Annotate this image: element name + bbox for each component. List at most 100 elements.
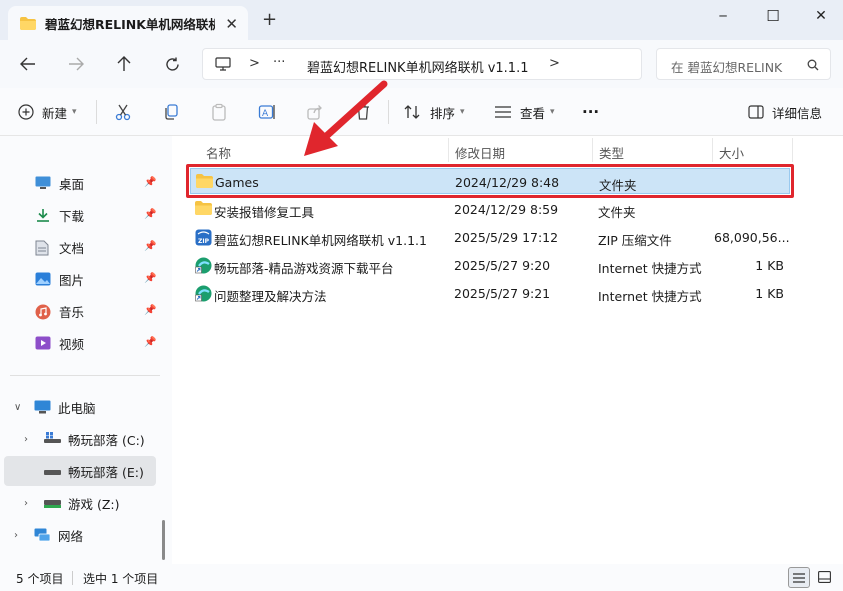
computer-icon bbox=[34, 400, 51, 414]
sidebar-scrollbar[interactable] bbox=[162, 520, 165, 560]
sidebar-item-label: 畅玩部落 (C:) bbox=[68, 432, 145, 448]
breadcrumb-current-folder[interactable]: 碧蓝幻想RELINK单机网络联机 v1.1.1 bbox=[307, 57, 528, 76]
file-name: 碧蓝幻想RELINK单机网络联机 v1.1.1 bbox=[214, 233, 427, 248]
sidebar-item-this-pc[interactable]: 此电脑 bbox=[4, 392, 156, 422]
video-icon bbox=[35, 336, 51, 350]
column-header-type[interactable]: 类型 bbox=[599, 143, 624, 162]
svg-text:A: A bbox=[262, 109, 269, 119]
table-row[interactable]: 畅玩部落-精品游戏资源下载平台 2025/5/27 9:20 Internet … bbox=[190, 252, 790, 278]
details-view-button[interactable] bbox=[788, 567, 810, 588]
new-tab-button[interactable]: + bbox=[262, 11, 277, 29]
pin-icon: 📌 bbox=[144, 273, 157, 284]
sidebar-item-downloads[interactable]: 下载 📌 bbox=[4, 200, 156, 230]
forward-button[interactable] bbox=[64, 54, 88, 74]
sidebar-item-label: 游戏 (Z:) bbox=[68, 496, 120, 512]
search-icon bbox=[807, 59, 819, 71]
table-row[interactable]: ZIP 碧蓝幻想RELINK单机网络联机 v1.1.1 2025/5/29 17… bbox=[190, 224, 790, 250]
pin-icon: 📌 bbox=[144, 305, 157, 316]
scissors-icon bbox=[115, 104, 131, 121]
up-button[interactable] bbox=[112, 54, 136, 74]
sidebar-item-documents[interactable]: 文档 📌 bbox=[4, 232, 156, 262]
view-lines-icon bbox=[495, 106, 511, 118]
search-input[interactable]: 在 碧蓝幻想RELINK bbox=[656, 48, 831, 80]
column-header-size[interactable]: 大小 bbox=[719, 143, 744, 162]
desktop-icon bbox=[35, 176, 51, 190]
sidebar-item-pictures[interactable]: 图片 📌 bbox=[4, 264, 156, 294]
file-type: Internet 快捷方式 bbox=[598, 289, 702, 304]
view-label: 查看 bbox=[520, 105, 546, 121]
close-button[interactable]: ✕ bbox=[806, 6, 836, 26]
table-row[interactable]: 安装报错修复工具 2024/12/29 8:59 文件夹 bbox=[190, 196, 790, 222]
file-size: 68,090,56... bbox=[714, 230, 790, 245]
column-divider[interactable] bbox=[712, 138, 713, 162]
cut-button[interactable] bbox=[114, 100, 132, 124]
pin-icon: 📌 bbox=[144, 177, 157, 188]
sidebar-item-music[interactable]: 音乐 📌 bbox=[4, 296, 156, 326]
sidebar-item-label: 畅玩部落 (E:) bbox=[68, 464, 144, 480]
internet-shortcut-icon bbox=[195, 257, 212, 274]
column-divider[interactable] bbox=[792, 138, 793, 162]
breadcrumb-end-chevron-icon[interactable]: > bbox=[549, 56, 560, 71]
file-type: ZIP 压缩文件 bbox=[598, 233, 672, 248]
address-bar[interactable]: > ··· 碧蓝幻想RELINK单机网络联机 v1.1.1 > bbox=[202, 48, 642, 80]
sidebar-item-drive-c[interactable]: 畅玩部落 (C:) bbox=[4, 424, 156, 454]
breadcrumb-chevron-icon[interactable]: > bbox=[249, 56, 260, 71]
copy-button[interactable] bbox=[162, 100, 180, 124]
document-icon bbox=[35, 240, 51, 256]
sort-button[interactable]: 排序 ▾ bbox=[404, 100, 465, 124]
table-row[interactable]: 问题整理及解决方法 2025/5/27 9:21 Internet 快捷方式 1… bbox=[190, 280, 790, 306]
copy-icon bbox=[165, 104, 178, 120]
sidebar-item-network[interactable]: 网络 bbox=[4, 520, 156, 550]
column-header-modified[interactable]: 修改日期 bbox=[455, 143, 505, 162]
plus-circle-icon bbox=[18, 104, 34, 120]
pin-icon: 📌 bbox=[144, 241, 157, 252]
maximize-button[interactable]: ☐ bbox=[758, 6, 788, 26]
tab-title: 碧蓝幻想RELINK单机网络联机 v1.1.1 bbox=[45, 16, 215, 32]
view-button[interactable]: 查看 ▾ bbox=[494, 100, 555, 124]
minimize-button[interactable]: ─ bbox=[708, 6, 738, 26]
details-pane-button[interactable]: 详细信息 bbox=[748, 100, 822, 124]
more-options-button[interactable]: ··· bbox=[582, 100, 599, 124]
rename-icon: A bbox=[258, 105, 275, 119]
sidebar-item-label: 文档 bbox=[59, 240, 85, 256]
chevron-down-icon: ▾ bbox=[550, 107, 555, 117]
tiles-view-button[interactable] bbox=[814, 567, 836, 588]
minimize-icon: ─ bbox=[719, 9, 727, 23]
selected-count: 选中 1 个项目 bbox=[83, 572, 159, 586]
new-button[interactable]: 新建 ▾ bbox=[18, 100, 77, 124]
paste-button[interactable] bbox=[210, 100, 228, 124]
sidebar-item-desktop[interactable]: 桌面 📌 bbox=[4, 168, 156, 198]
sidebar-item-label: 桌面 bbox=[59, 176, 85, 192]
status-divider bbox=[72, 571, 73, 585]
new-label: 新建 bbox=[42, 105, 68, 121]
rename-button[interactable]: A bbox=[258, 100, 276, 124]
breadcrumb-overflow-button[interactable]: ··· bbox=[273, 55, 285, 70]
computer-icon bbox=[215, 57, 231, 71]
back-button[interactable] bbox=[16, 54, 40, 74]
tab-close-button[interactable]: ✕ bbox=[225, 15, 238, 33]
sidebar-item-label: 视频 bbox=[59, 336, 85, 352]
network-drive-icon bbox=[44, 496, 61, 510]
details-label: 详细信息 bbox=[772, 105, 823, 121]
sidebar-item-label: 此电脑 bbox=[58, 400, 96, 416]
file-type: Internet 快捷方式 bbox=[598, 261, 702, 276]
pin-icon: 📌 bbox=[144, 337, 157, 348]
music-icon bbox=[35, 304, 51, 320]
picture-icon bbox=[35, 272, 51, 286]
drive-icon bbox=[44, 464, 61, 478]
file-name: 畅玩部落-精品游戏资源下载平台 bbox=[214, 261, 394, 276]
file-size: 1 KB bbox=[755, 286, 784, 301]
refresh-button[interactable] bbox=[160, 54, 184, 74]
column-divider[interactable] bbox=[592, 138, 593, 162]
sidebar-item-videos[interactable]: 视频 📌 bbox=[4, 328, 156, 358]
sidebar-item-drive-e[interactable]: 畅玩部落 (E:) bbox=[4, 456, 156, 486]
annotation-highlight-box bbox=[186, 164, 794, 198]
sidebar-item-drive-z[interactable]: 游戏 (Z:) bbox=[4, 488, 156, 518]
clipboard-icon bbox=[212, 103, 226, 121]
column-header-name[interactable]: 名称 bbox=[206, 143, 231, 162]
column-divider[interactable] bbox=[448, 138, 449, 162]
details-pane-icon bbox=[748, 105, 764, 119]
download-icon bbox=[35, 208, 51, 222]
tab-current[interactable]: 碧蓝幻想RELINK单机网络联机 v1.1.1 ✕ bbox=[8, 6, 248, 40]
list-view-icon bbox=[793, 573, 805, 583]
